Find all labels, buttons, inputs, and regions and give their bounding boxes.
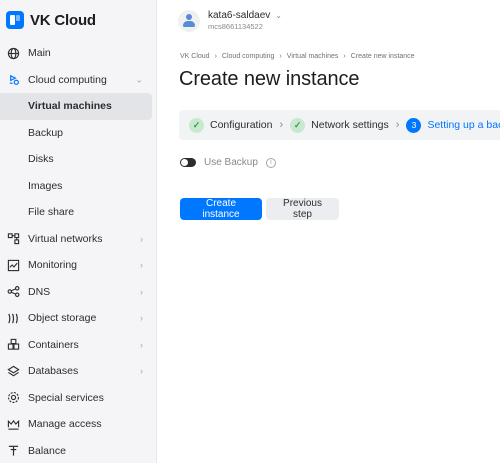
- chevron-right-icon: ›: [395, 119, 400, 131]
- breadcrumb-item[interactable]: Cloud computing: [222, 53, 275, 60]
- sidebar-item-label: Images: [28, 179, 63, 192]
- sidebar-item-dns[interactable]: DNS ›: [0, 279, 157, 306]
- step-label: Network settings: [311, 119, 389, 131]
- previous-step-button[interactable]: Previous step: [266, 198, 339, 220]
- sidebar-item-label: Backup: [28, 126, 64, 139]
- sidebar-item-main[interactable]: Main: [0, 40, 157, 67]
- sidebar-item-file-share[interactable]: File share: [0, 199, 157, 226]
- logo-text: VK Cloud: [30, 11, 96, 29]
- chevron-right-icon: ›: [214, 53, 217, 60]
- sidebar-item-virtual-machines[interactable]: Virtual machines: [0, 93, 152, 120]
- sidebar-item-label: Special services: [28, 391, 104, 404]
- cloud-computing-icon: [7, 73, 20, 86]
- wizard-steps: ✓ Configuration › ✓ Network settings › 3…: [179, 110, 500, 140]
- sidebar-item-special-services[interactable]: Special services: [0, 385, 157, 412]
- sidebar-item-label: Main: [28, 47, 51, 60]
- chevron-right-icon: ›: [140, 233, 143, 244]
- create-instance-button[interactable]: Create instance: [180, 198, 262, 220]
- sidebar-item-label: Object storage: [28, 312, 97, 325]
- network-icon: [7, 232, 20, 245]
- globe-icon: [7, 47, 20, 60]
- sidebar-item-cloud-computing[interactable]: Cloud computing ⌄: [0, 67, 157, 94]
- sidebar-item-label: File share: [28, 206, 75, 219]
- step-label: Setting up a backup: [427, 119, 500, 131]
- breadcrumb: VK Cloud › Cloud computing › Virtual mac…: [180, 53, 415, 60]
- containers-icon: [7, 338, 20, 351]
- use-backup-label: Use Backup: [204, 157, 258, 168]
- sidebar-item-balance[interactable]: Balance: [0, 438, 157, 463]
- use-backup-toggle[interactable]: [180, 158, 196, 167]
- sidebar-item-label: Manage access: [28, 418, 102, 431]
- step-number: 3: [406, 117, 422, 133]
- step-configuration[interactable]: ✓ Configuration: [189, 117, 273, 133]
- breadcrumb-item[interactable]: Virtual machines: [287, 53, 339, 60]
- sidebar-item-virtual-networks[interactable]: Virtual networks ›: [0, 226, 157, 253]
- sidebar-item-label: Cloud computing: [28, 73, 107, 86]
- sidebar-item-manage-access[interactable]: Manage access: [0, 411, 157, 438]
- step-label: Configuration: [210, 119, 273, 131]
- sidebar-item-label: Virtual machines: [28, 100, 112, 113]
- chevron-right-icon: ›: [279, 53, 282, 60]
- page-title: Create new instance: [179, 68, 360, 90]
- chevron-right-icon: ›: [279, 119, 284, 131]
- chevron-right-icon: ›: [140, 313, 143, 324]
- sidebar-item-disks[interactable]: Disks: [0, 146, 157, 173]
- breadcrumb-item-current: Create new instance: [350, 53, 415, 60]
- sidebar-item-monitoring[interactable]: Monitoring ›: [0, 252, 157, 279]
- chevron-right-icon: ›: [140, 260, 143, 271]
- checkmark-icon: ✓: [189, 117, 204, 133]
- sidebar-item-label: DNS: [28, 285, 51, 298]
- chevron-right-icon: ›: [140, 339, 143, 350]
- chevron-right-icon: ›: [140, 366, 143, 377]
- sidebar-item-images[interactable]: Images: [0, 173, 157, 200]
- sidebar-item-containers[interactable]: Containers ›: [0, 332, 157, 359]
- balance-icon: [7, 444, 20, 457]
- chevron-right-icon: ›: [343, 53, 346, 60]
- sidebar: VK Cloud Main Cloud computing ⌄ Virtual …: [0, 0, 157, 463]
- vk-logo-icon: [6, 11, 24, 29]
- sidebar-item-object-storage[interactable]: Object storage ›: [0, 305, 157, 332]
- sidebar-item-label: Virtual networks: [28, 232, 103, 245]
- dns-icon: [7, 285, 20, 298]
- chevron-down-icon: ⌄: [275, 11, 282, 20]
- sidebar-nav: Main Cloud computing ⌄ Virtual machines …: [0, 40, 157, 463]
- info-icon[interactable]: i: [265, 157, 276, 168]
- crown-icon: [7, 418, 20, 431]
- user-menu[interactable]: kata6-saldaev ⌄ mcs8661134522: [178, 10, 282, 32]
- sidebar-item-label: Disks: [28, 153, 54, 166]
- logo[interactable]: VK Cloud: [6, 10, 96, 30]
- use-backup-row: Use Backup i: [180, 157, 276, 168]
- sidebar-item-label: Balance: [28, 444, 66, 457]
- sidebar-item-label: Containers: [28, 338, 79, 351]
- sidebar-item-label: Databases: [28, 365, 79, 378]
- user-name: kata6-saldaev: [208, 10, 271, 21]
- user-id: mcs8661134522: [208, 22, 263, 31]
- checkmark-icon: ✓: [290, 117, 306, 133]
- step-setting-up-backup[interactable]: 3 Setting up a backup: [406, 117, 500, 133]
- chevron-right-icon: ›: [140, 286, 143, 297]
- sidebar-item-label: Monitoring: [28, 259, 78, 272]
- sidebar-item-databases[interactable]: Databases ›: [0, 358, 157, 385]
- avatar: [178, 10, 200, 32]
- settings-icon: [7, 391, 20, 404]
- user-info: kata6-saldaev ⌄ mcs8661134522: [208, 10, 282, 32]
- step-network-settings[interactable]: ✓ Network settings: [290, 117, 389, 133]
- monitoring-icon: [7, 259, 20, 272]
- sidebar-item-backup[interactable]: Backup: [0, 120, 157, 147]
- chevron-down-icon: ⌄: [135, 74, 143, 85]
- object-storage-icon: [7, 312, 20, 325]
- breadcrumb-item[interactable]: VK Cloud: [180, 53, 210, 60]
- databases-icon: [7, 365, 20, 378]
